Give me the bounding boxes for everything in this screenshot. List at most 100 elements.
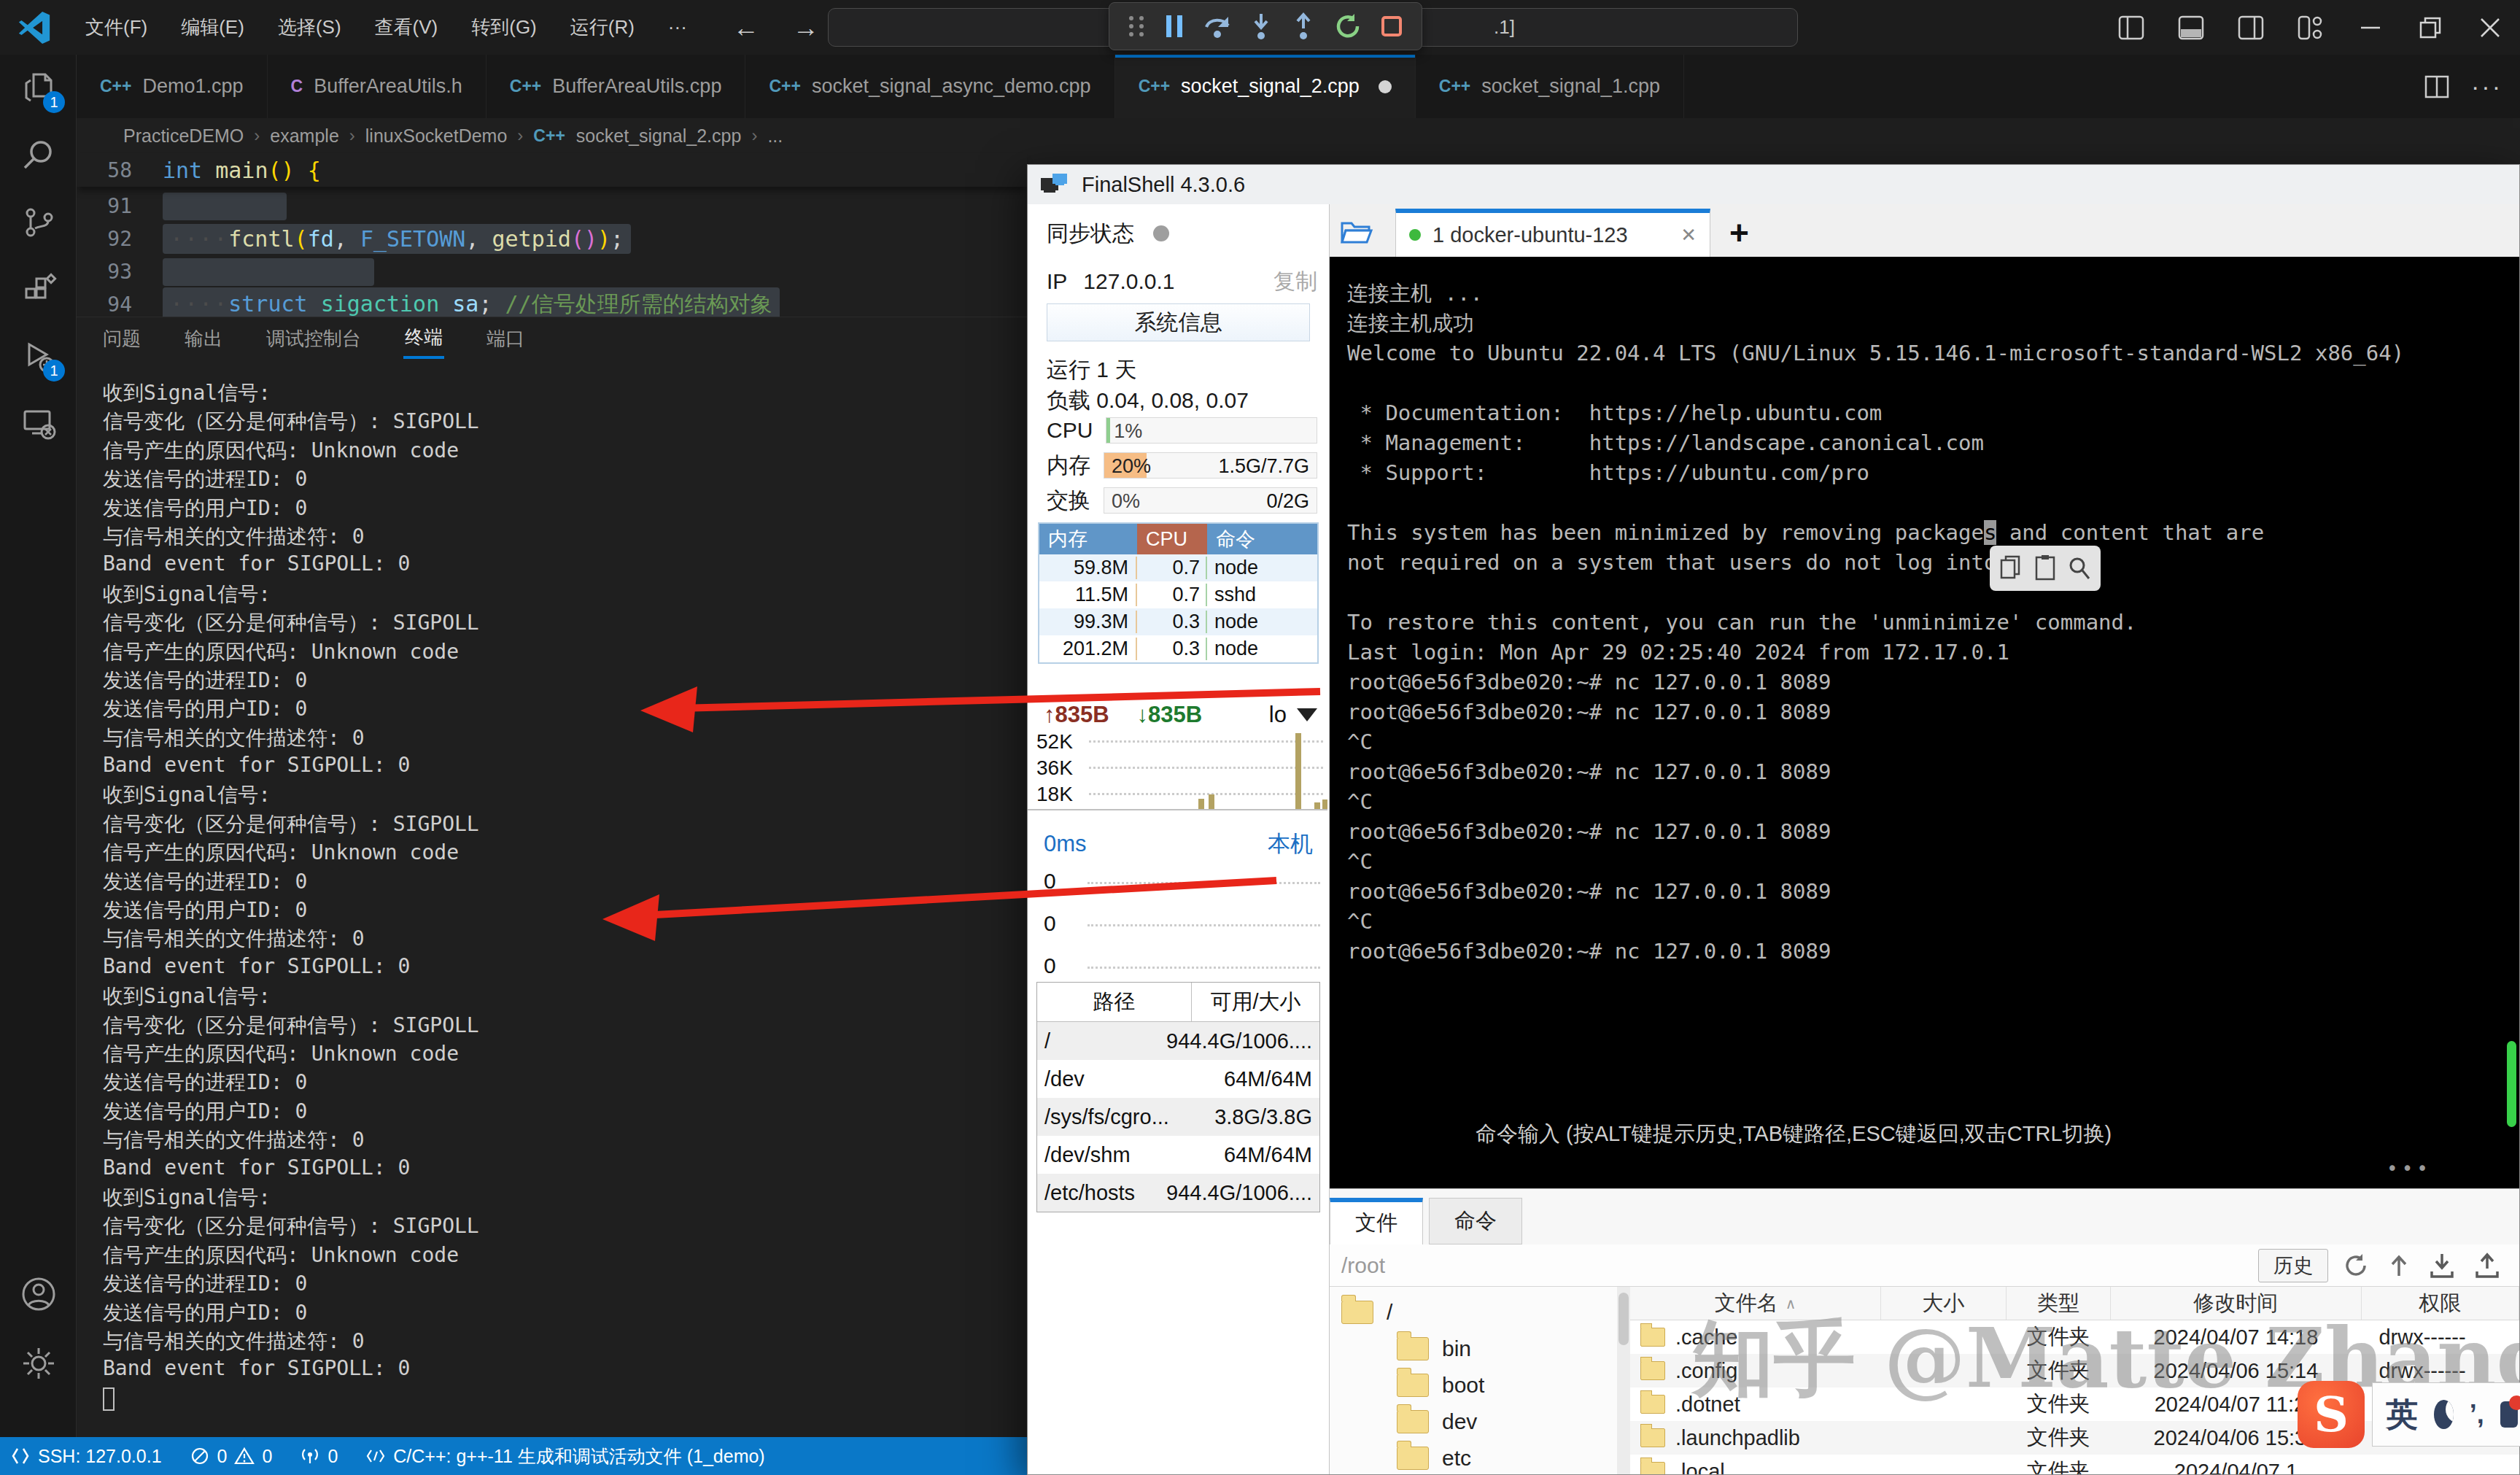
- source-control-icon[interactable]: [0, 189, 77, 256]
- tree-scrollbar[interactable]: [1617, 1287, 1630, 1474]
- cpp-build-task[interactable]: C/C++: g++-11 生成和调试活动文件 (1_demo): [365, 1444, 764, 1468]
- disk-row[interactable]: /etc/hosts944.4G/1006....: [1037, 1174, 1319, 1212]
- close-tab-icon[interactable]: ✕: [1680, 224, 1697, 247]
- restart-icon[interactable]: [1334, 12, 1362, 40]
- disk-row[interactable]: /dev64M/64M: [1037, 1060, 1319, 1098]
- process-row[interactable]: 11.5M0.7sshd: [1039, 581, 1317, 608]
- extensions-icon[interactable]: [0, 256, 77, 323]
- splitter-grip[interactable]: •••: [2387, 1154, 2432, 1184]
- download-icon[interactable]: [2429, 1253, 2455, 1279]
- step-into-icon[interactable]: [1249, 12, 1273, 40]
- interface-select[interactable]: lo: [1269, 702, 1317, 728]
- files-tab[interactable]: 文件: [1330, 1198, 1423, 1244]
- parent-dir-icon[interactable]: [2388, 1253, 2410, 1279]
- ping-host[interactable]: 本机: [1268, 829, 1313, 859]
- drag-handle-icon[interactable]: [1127, 14, 1146, 39]
- ssh-terminal[interactable]: 连接主机 ...连接主机成功Welcome to Ubuntu 22.04.4 …: [1330, 257, 2519, 1188]
- paste-icon[interactable]: [2034, 554, 2056, 582]
- toggle-sidebar-icon[interactable]: [2101, 0, 2161, 55]
- pause-icon[interactable]: [1163, 14, 1185, 39]
- panel-tab-terminal[interactable]: 终端: [403, 319, 444, 359]
- disk-row[interactable]: /dev/shm64M/64M: [1037, 1136, 1319, 1174]
- proc-col-mem[interactable]: 内存: [1039, 524, 1137, 554]
- panel-tab-problems[interactable]: 问题: [101, 320, 142, 357]
- copy-button[interactable]: 复制: [1273, 267, 1317, 297]
- tab-bufferareautils-h[interactable]: CBufferAreaUtils.h: [268, 55, 486, 118]
- breadcrumb[interactable]: PracticeDEMO› example› linuxSocketDemo› …: [77, 118, 2520, 153]
- search-icon[interactable]: [0, 122, 77, 189]
- remote-indicator[interactable]: SSH: 127.0.0.1: [10, 1446, 162, 1467]
- tree-item[interactable]: dev: [1330, 1404, 1617, 1440]
- ime-tool-icon[interactable]: [2500, 1401, 2518, 1428]
- sogou-logo[interactable]: S: [2298, 1381, 2365, 1448]
- tab-bufferareautils-cpp[interactable]: C++BufferAreaUtils.cpp: [486, 55, 746, 118]
- step-over-icon[interactable]: [1203, 12, 1231, 40]
- tab-socket-signal-1[interactable]: C++socket_signal_1.cpp: [1416, 55, 1684, 118]
- step-out-icon[interactable]: [1291, 12, 1316, 40]
- menu-file[interactable]: 文件(F): [69, 0, 164, 55]
- moon-icon[interactable]: [2434, 1400, 2454, 1429]
- process-row[interactable]: 201.2M0.3node: [1039, 635, 1317, 662]
- tree-item[interactable]: /: [1330, 1294, 1617, 1331]
- menu-goto[interactable]: 转到(G): [454, 0, 554, 55]
- settings-gear-icon[interactable]: [0, 1330, 77, 1397]
- menu-selection[interactable]: 选择(S): [261, 0, 358, 55]
- open-folder-icon[interactable]: [1340, 217, 1373, 247]
- code-editor[interactable]: 58 int main() { 91 92 ····fcntl(fd, F_SE…: [77, 153, 1027, 317]
- process-row[interactable]: 59.8M0.7node: [1039, 554, 1317, 581]
- menu-more[interactable]: ···: [651, 0, 704, 55]
- remote-explorer-icon[interactable]: [0, 390, 77, 457]
- new-tab-icon[interactable]: +: [1729, 216, 1749, 249]
- disk-row[interactable]: /sys/fs/cgro...3.8G/3.8G: [1037, 1098, 1319, 1136]
- system-info-button[interactable]: 系统信息: [1047, 303, 1310, 341]
- search-icon[interactable]: [2066, 554, 2092, 582]
- directory-tree[interactable]: /binbootdevetchome: [1330, 1287, 1617, 1474]
- run-debug-icon[interactable]: 1: [0, 323, 77, 390]
- ime-lang-mode[interactable]: 英: [2386, 1393, 2418, 1436]
- proc-col-cpu[interactable]: CPU: [1137, 524, 1207, 554]
- command-input-hint[interactable]: 命令输入 (按ALT键提示历史,TAB键路径,ESC键返回,双击CTRL切换): [1476, 1119, 2112, 1149]
- toggle-secondary-sidebar-icon[interactable]: [2221, 0, 2281, 55]
- close-icon[interactable]: [2460, 0, 2520, 55]
- disk-row[interactable]: /944.4G/1006....: [1037, 1022, 1319, 1060]
- history-button[interactable]: 历史: [2258, 1249, 2328, 1282]
- tree-item[interactable]: etc: [1330, 1440, 1617, 1474]
- finalshell-titlebar[interactable]: FinalShell 4.3.0.6: [1028, 165, 2519, 204]
- path-input[interactable]: /root: [1341, 1253, 2258, 1278]
- tree-item[interactable]: bin: [1330, 1331, 1617, 1367]
- tab-socket-signal-async[interactable]: C++socket_signal_async_demo.cpp: [745, 55, 1114, 118]
- explorer-icon[interactable]: 1: [0, 55, 77, 122]
- minimize-icon[interactable]: [2341, 0, 2400, 55]
- restore-icon[interactable]: [2400, 0, 2460, 55]
- problems-status[interactable]: 0 0: [190, 1446, 273, 1467]
- copy-icon[interactable]: [1998, 554, 2025, 582]
- process-row[interactable]: 99.3M0.3node: [1039, 608, 1317, 635]
- vscode-terminal-output[interactable]: 收到Signal信号:信号变化（区分是何种信号）: SIGPOLL信号产生的原因…: [77, 360, 1027, 1437]
- editor-more-actions-icon[interactable]: ···: [2471, 72, 2502, 101]
- menu-run[interactable]: 运行(R): [554, 0, 651, 55]
- refresh-icon[interactable]: [2343, 1253, 2369, 1279]
- tab-demo1[interactable]: C++Demo1.cpp: [77, 55, 268, 118]
- accounts-icon[interactable]: [0, 1261, 77, 1328]
- proc-col-cmd[interactable]: 命令: [1207, 524, 1317, 554]
- ports-status[interactable]: 0: [300, 1446, 338, 1467]
- toggle-panel-icon[interactable]: [2161, 0, 2221, 55]
- process-table[interactable]: 内存 CPU 命令 59.8M0.7node 11.5M0.7sshd 99.3…: [1038, 522, 1319, 664]
- terminal-tab[interactable]: 1 docker-ubuntu-123 ✕: [1395, 209, 1710, 257]
- panel-tab-output[interactable]: 输出: [183, 320, 224, 357]
- panel-tab-debug-console[interactable]: 调试控制台: [265, 320, 363, 357]
- customize-layout-icon[interactable]: [2281, 0, 2341, 55]
- split-editor-icon[interactable]: [2424, 75, 2449, 98]
- nav-forward-icon[interactable]: →: [793, 12, 819, 43]
- stop-icon[interactable]: [1379, 14, 1404, 39]
- terminal-scrollbar[interactable]: [2507, 1041, 2516, 1127]
- panel-tab-ports[interactable]: 端口: [485, 320, 526, 357]
- ime-punct[interactable]: ’,: [2470, 1399, 2484, 1430]
- file-row[interactable]: .local 文件夹 2024/04/07 1: [1630, 1455, 2519, 1474]
- commands-tab[interactable]: 命令: [1429, 1198, 1522, 1244]
- menu-edit[interactable]: 编辑(E): [164, 0, 261, 55]
- nav-back-icon[interactable]: ←: [733, 12, 759, 43]
- tree-item[interactable]: boot: [1330, 1367, 1617, 1404]
- tab-socket-signal-2[interactable]: C++socket_signal_2.cpp: [1115, 55, 1416, 118]
- disk-table[interactable]: 路径 可用/大小 /944.4G/1006..../dev64M/64M/sys…: [1036, 982, 1320, 1212]
